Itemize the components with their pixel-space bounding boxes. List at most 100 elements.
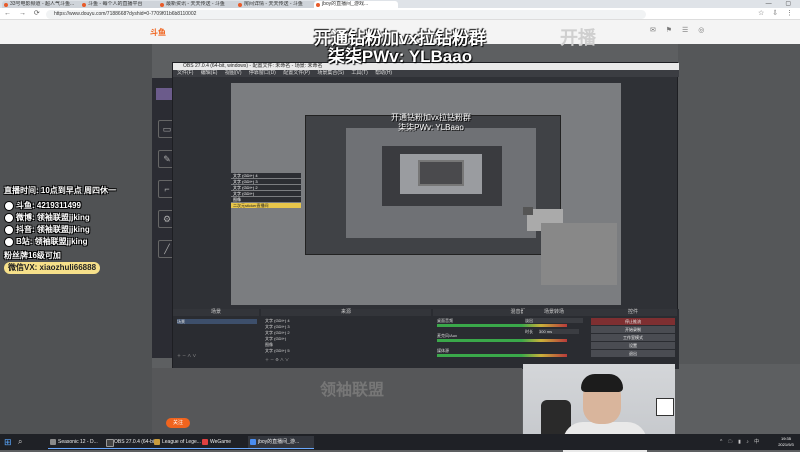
list-item: 二次元sticker直播间 bbox=[231, 203, 301, 208]
menu-item[interactable]: 视图(V) bbox=[225, 70, 242, 76]
source-toolbar-icons[interactable]: ＋ － ⚙ ∧ ∨ bbox=[265, 357, 289, 362]
taskbar-app-active[interactable]: jboy的直播间_游... bbox=[248, 436, 314, 449]
social-label: 微博: 领袖联盟jjking bbox=[16, 213, 90, 222]
tab-favicon-icon bbox=[4, 3, 8, 7]
wechat-badge: 微信VX: xiaozhuli66888 bbox=[4, 262, 101, 274]
tab-label: 房间详情 - 天天传送 - 斗鱼 bbox=[244, 1, 303, 7]
tab-favicon-icon bbox=[160, 3, 164, 7]
site-logo[interactable]: 斗鱼 bbox=[150, 27, 184, 39]
system-tray-icons[interactable]: ^ ☁ ▮ ♪ 中 bbox=[720, 436, 770, 448]
app-icon bbox=[250, 439, 256, 445]
obs-docks: 场景 场景 ＋ － ∧ ∨ 来源 文字 (GDI+) 4 文字 (GDI+) 3… bbox=[173, 309, 679, 369]
list-item: 文字 (GDI+) 3 bbox=[231, 179, 301, 184]
browser-tab-active[interactable]: jboy的直播间_游戏... bbox=[314, 1, 398, 8]
window-controls[interactable]: — ▢ ✕ bbox=[760, 0, 800, 15]
nested-preview bbox=[346, 128, 536, 238]
search-icon[interactable]: ⌕ bbox=[18, 437, 28, 447]
sources-header: 来源 bbox=[261, 309, 431, 316]
taskbar-app-label: League of Lege... bbox=[162, 439, 201, 445]
app-icon bbox=[154, 439, 160, 445]
taskbar-clock[interactable]: 19:35 2021/9/3 bbox=[772, 436, 800, 448]
menu-item[interactable]: 场景集合(S) bbox=[317, 70, 344, 76]
studio-mode-button[interactable]: 工作室模式 bbox=[591, 334, 675, 341]
mixer-channel-label: 桌面音频 bbox=[437, 318, 453, 323]
nested-preview bbox=[305, 115, 561, 255]
source-item[interactable]: 文字 (GDI+) 5 bbox=[265, 348, 290, 353]
social-label: B站: 领袖联盟jjking bbox=[16, 237, 88, 246]
list-item: 文字 (GDI+) bbox=[231, 191, 301, 196]
social-label: 抖音: 领袖联盟jjking bbox=[16, 225, 90, 234]
controls-header: 控件 bbox=[589, 309, 677, 316]
tab-label: 33号电影频道 - 超人气斗鱼... bbox=[10, 1, 75, 7]
nested-preview bbox=[400, 154, 482, 194]
browser-tab[interactable]: 33号电影频道 - 超人气斗鱼... bbox=[2, 1, 86, 8]
taskbar-app[interactable]: Seasonic 12 - D... bbox=[48, 436, 112, 449]
nested-preview bbox=[382, 146, 502, 206]
tab-label: 最新资讯 - 天天传送 - 斗鱼 bbox=[166, 1, 225, 7]
taskbar-app-label: OBS 27.0.4 (64-bit) bbox=[114, 439, 158, 445]
social-item: 抖音: 领袖联盟jjking bbox=[4, 224, 90, 235]
volume-meter bbox=[437, 354, 567, 357]
browser-tab[interactable]: 房间详情 - 天天传送 - 斗鱼 bbox=[236, 1, 320, 8]
weibo-icon bbox=[4, 212, 14, 223]
nested-source-list: 文字 (GDI+) 4 文字 (GDI+) 3 文字 (GDI+) 2 文字 (… bbox=[231, 173, 301, 243]
exit-button[interactable]: 退出 bbox=[591, 350, 675, 357]
url-input[interactable]: https://www.douyu.com/7188668?dyshid=0-7… bbox=[46, 10, 646, 19]
scene-toolbar-icons[interactable]: ＋ － ∧ ∨ bbox=[177, 353, 196, 358]
transition-select[interactable]: 淡出 bbox=[525, 318, 583, 323]
browser-tab[interactable]: 最新资讯 - 天天传送 - 斗鱼 bbox=[158, 1, 242, 8]
fan-group-text: 粉丝牌16级可加 bbox=[4, 251, 61, 260]
menu-item[interactable]: 停靠窗口(D) bbox=[249, 70, 276, 76]
source-item[interactable]: 文字 (GDI+) bbox=[265, 336, 286, 341]
list-item: 图像 bbox=[231, 197, 301, 202]
list-item: 文字 (GDI+) 2 bbox=[231, 185, 301, 190]
scene-item[interactable]: 场景 bbox=[177, 319, 257, 324]
nested-overlay-text: 开通钻粉加vx拉钻粉群 柒柒PWv: YLBaao bbox=[371, 113, 491, 133]
source-item[interactable]: 文字 (GDI+) 2 bbox=[265, 330, 290, 335]
menu-item[interactable]: 工具(T) bbox=[351, 70, 367, 76]
site-header-icons[interactable]: ✉ ⚑ ☰ ◎ bbox=[650, 24, 770, 38]
nested-webcam bbox=[523, 207, 533, 215]
tab-label: jboy的直播间_游戏... bbox=[322, 1, 369, 7]
obs-preview[interactable]: 开通钻粉加vx拉钻粉群 柒柒PWv: YLBaao 文字 (GDI+) 4 文字… bbox=[231, 83, 621, 305]
bilibili-icon bbox=[4, 236, 14, 247]
browser-tab-bar: 33号电影频道 - 超人气斗鱼... 斗鱼 - 每个人的直播平台 最新资讯 - … bbox=[0, 0, 800, 8]
qr-code-icon bbox=[656, 398, 674, 416]
tab-favicon-icon bbox=[82, 3, 86, 7]
transitions-header: 场景转场 bbox=[523, 309, 585, 316]
browser-toolbar-icons[interactable]: ☆ ⇩ ⋮ bbox=[758, 8, 796, 20]
schedule-text: 直播时间: 10点到早点 周四休一 bbox=[4, 186, 117, 195]
source-item[interactable]: 文字 (GDI+) 3 bbox=[265, 324, 290, 329]
menu-item[interactable]: 编辑(E) bbox=[201, 70, 218, 76]
page-right-background bbox=[678, 44, 800, 364]
follow-button[interactable]: 关注 bbox=[166, 418, 190, 428]
app-icon bbox=[202, 439, 208, 445]
browser-tab[interactable]: 斗鱼 - 每个人的直播平台 bbox=[80, 1, 164, 8]
overlay-line-2: 柒柒PWv: YLBaao bbox=[327, 47, 473, 66]
source-item[interactable]: 图像 bbox=[265, 342, 273, 347]
mixer-channel-label: 媒体源 bbox=[437, 348, 449, 353]
webcam-person-hair bbox=[581, 374, 623, 392]
clock-date: 2021/9/3 bbox=[778, 442, 794, 447]
source-item[interactable]: 文字 (GDI+) 4 bbox=[265, 318, 290, 323]
volume-meter bbox=[437, 324, 567, 327]
menu-item[interactable]: 帮助(H) bbox=[375, 70, 392, 76]
start-icon[interactable]: ⊞ bbox=[4, 437, 14, 447]
nav-buttons-icon[interactable]: ← → ⟳ bbox=[4, 8, 43, 20]
duration-input[interactable]: 300 ms bbox=[539, 329, 579, 334]
social-label: 斗鱼: 4219311499 bbox=[16, 201, 81, 210]
menu-item[interactable]: 配置文件(P) bbox=[283, 70, 310, 76]
mixer-channel-label: 麦克风/Aux bbox=[437, 333, 458, 338]
stop-streaming-button[interactable]: 停止推流 bbox=[591, 318, 675, 325]
douyin-icon bbox=[4, 224, 14, 235]
tab-favicon-icon bbox=[316, 3, 320, 7]
social-item: 微博: 领袖联盟jjking bbox=[4, 212, 90, 223]
start-recording-button[interactable]: 开始录制 bbox=[591, 326, 675, 333]
taskbar-app-label: jboy的直播间_游... bbox=[258, 439, 300, 445]
settings-button[interactable]: 设置 bbox=[591, 342, 675, 349]
app-icon bbox=[106, 439, 114, 447]
menu-item[interactable]: 文件(F) bbox=[177, 70, 193, 76]
nested-preview bbox=[418, 160, 464, 186]
taskbar-app-label: Seasonic 12 - D... bbox=[58, 439, 98, 445]
list-item: 文字 (GDI+) 4 bbox=[231, 173, 301, 178]
